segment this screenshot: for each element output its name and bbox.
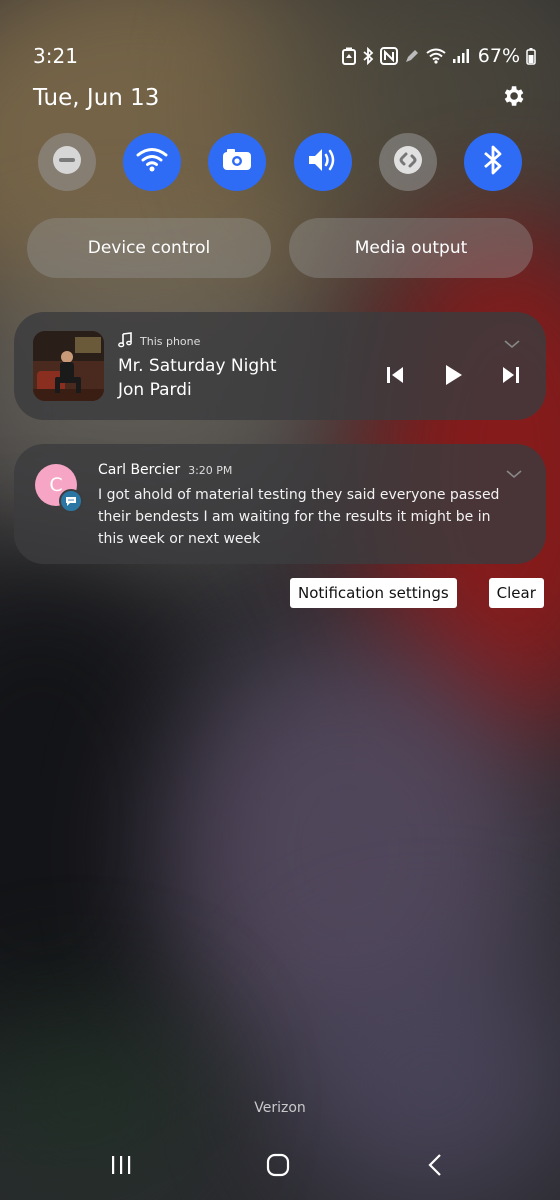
recent-apps-button[interactable] [91,1145,151,1189]
next-icon[interactable] [501,366,521,388]
bluetooth-icon [482,145,504,179]
play-icon[interactable] [443,364,463,390]
quick-settings-tiles [38,133,522,191]
home-button[interactable] [248,1145,308,1189]
previous-icon[interactable] [385,366,405,388]
recent-apps-icon [110,1155,132,1179]
panel-buttons: Device control Media output [27,218,533,278]
back-button[interactable] [405,1145,465,1189]
tile-sound[interactable] [293,133,352,191]
carrier-label: Verizon [254,1100,306,1116]
navigation-bar [0,1145,560,1189]
wifi-icon [426,48,446,64]
clear-button[interactable]: Clear [488,578,544,608]
notification-settings-button[interactable]: Notification settings [290,578,457,608]
message-header: Carl Bercier 3:20 PM [98,462,232,478]
media-source: This phone [118,332,200,351]
shazam-icon [393,145,423,179]
message-sender: Carl Bercier [98,462,181,478]
media-title: Mr. Saturday Night [118,356,277,376]
tile-wifi[interactable] [123,133,182,191]
camera-icon [222,148,252,176]
date-text: Tue, Jun 13 [33,85,160,111]
date-row: Tue, Jun 13 [33,80,526,116]
messages-app-icon [59,489,83,513]
gear-icon[interactable] [500,83,526,113]
media-player-card[interactable]: This phone Mr. Saturday Night Jon Pardi [14,312,546,420]
status-bar: 3:21 67% [33,40,536,72]
music-note-icon [118,332,132,351]
media-source-label: This phone [140,335,201,348]
back-icon [428,1154,442,1180]
message-body: I got ahold of material testing they sai… [98,487,500,547]
tile-shazam[interactable] [378,133,437,191]
media-controls [385,364,521,390]
media-output-button[interactable]: Media output [289,218,533,278]
tile-bluetooth[interactable] [463,133,522,191]
album-art [33,331,104,401]
wifi-icon [136,147,168,177]
media-artist: Jon Pardi [118,380,192,400]
bluetooth-icon [362,47,374,65]
battery-icon [526,47,536,65]
device-control-button[interactable]: Device control [27,218,271,278]
status-time: 3:21 [33,44,78,68]
volume-icon [307,146,339,178]
pen-icon [404,48,420,64]
tile-screen-recorder[interactable] [208,133,267,191]
home-icon [266,1153,290,1181]
signal-icon [452,48,470,64]
message-notification-card[interactable]: C Carl Bercier 3:20 PM I got ahold of ma… [14,444,546,564]
battery-percent: 67% [477,45,520,67]
chevron-down-icon[interactable] [506,464,522,483]
notification-shade: 3:21 67% Tue, Jun 13 Device control Medi… [0,0,560,1200]
notification-actions: Notification settings Clear [290,578,544,608]
chevron-down-icon[interactable] [504,334,520,353]
minus-circle-icon [52,145,82,179]
message-time: 3:20 PM [188,464,233,477]
nfc-icon [379,47,398,65]
status-icons: 67% [341,45,536,67]
battery-saver-icon [341,47,356,65]
tile-do-not-disturb[interactable] [38,133,96,191]
